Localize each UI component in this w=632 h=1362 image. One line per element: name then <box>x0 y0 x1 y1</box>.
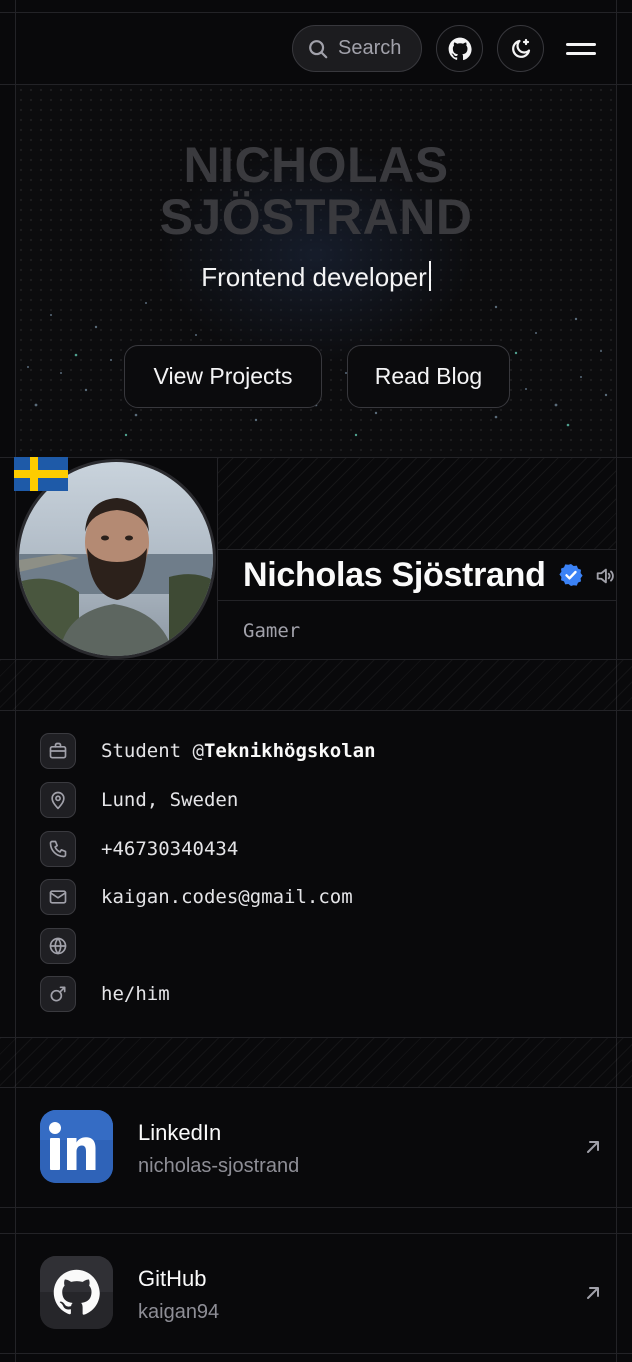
globe-icon <box>40 928 76 964</box>
github-icon <box>40 1256 113 1329</box>
hero-role: Frontend developer <box>16 261 616 293</box>
profile-name: Nicholas Sjöstrand <box>243 556 616 595</box>
hero-section: NICHOLAS SJÖSTRAND Frontend developer Vi… <box>16 85 616 457</box>
info-website <box>40 928 101 964</box>
typing-caret <box>428 261 431 291</box>
job-company-link[interactable]: Teknikhögskolan <box>204 740 376 762</box>
social-link-github[interactable]: GitHub kaigan94 <box>16 1234 616 1353</box>
sweden-flag-icon <box>14 457 68 491</box>
speaker-icon[interactable] <box>594 565 616 587</box>
theme-toggle-icon <box>511 38 530 58</box>
social-link-linkedin[interactable]: LinkedIn nicholas-sjostrand <box>16 1088 616 1207</box>
job-prefix: Student @ <box>101 740 204 762</box>
page: Search NICHOLAS SJÖSTRAND Frontend devel… <box>0 0 632 1362</box>
avatar-photo <box>19 462 213 656</box>
verified-badge-icon <box>559 564 583 586</box>
hero-name-line2: SJÖSTRAND <box>159 189 473 245</box>
profile-banner-pattern <box>218 458 616 549</box>
github-button[interactable] <box>436 25 483 72</box>
pronouns-text: he/him <box>101 983 170 1005</box>
profile-tagline: Gamer <box>243 620 301 642</box>
view-projects-button[interactable]: View Projects <box>124 345 322 408</box>
search-button[interactable]: Search <box>292 25 422 72</box>
hero-name-line1: NICHOLAS <box>183 137 449 193</box>
social-name: LinkedIn <box>138 1120 222 1145</box>
grid-line <box>218 549 616 550</box>
map-pin-icon <box>40 782 76 818</box>
mail-icon <box>40 879 76 915</box>
menu-icon <box>566 43 596 46</box>
email-link[interactable]: kaigan.codes@gmail.com <box>101 886 353 908</box>
menu-icon-bar <box>566 52 596 55</box>
read-blog-button[interactable]: Read Blog <box>347 345 510 408</box>
top-navbar: Search <box>0 0 632 84</box>
location-text: Lund, Sweden <box>101 789 239 811</box>
grid-line <box>218 600 616 601</box>
info-location: Lund, Sweden <box>40 782 238 818</box>
grid-line <box>217 458 218 659</box>
grid-line <box>0 1207 632 1208</box>
male-symbol-icon <box>40 976 76 1012</box>
external-arrow-icon <box>587 1287 599 1299</box>
linkedin-icon <box>40 1110 113 1183</box>
profile-name-text: Nicholas Sjöstrand <box>243 556 546 594</box>
info-pronouns: he/him <box>40 976 170 1012</box>
menu-button[interactable] <box>566 36 596 62</box>
hero-role-text: Frontend developer <box>201 262 427 292</box>
divider-pattern <box>0 1038 632 1087</box>
search-icon <box>309 39 328 58</box>
divider-pattern <box>0 660 632 710</box>
phone-icon <box>40 831 76 867</box>
social-name: GitHub <box>138 1266 207 1291</box>
job-text: Student @Teknikhögskolan <box>101 740 376 762</box>
external-arrow-icon <box>587 1141 599 1153</box>
search-label: Search <box>338 37 402 59</box>
grid-line <box>0 710 632 711</box>
info-email: kaigan.codes@gmail.com <box>40 879 353 915</box>
info-job: Student @Teknikhögskolan <box>40 733 376 769</box>
briefcase-icon <box>40 733 76 769</box>
social-handle: nicholas-sjostrand <box>138 1155 300 1177</box>
theme-toggle-button[interactable] <box>497 25 544 72</box>
info-phone: +46730340434 <box>40 831 238 867</box>
github-icon <box>448 37 472 60</box>
social-handle: kaigan94 <box>138 1301 220 1323</box>
phone-link[interactable]: +46730340434 <box>101 838 238 860</box>
grid-line <box>0 1353 632 1354</box>
